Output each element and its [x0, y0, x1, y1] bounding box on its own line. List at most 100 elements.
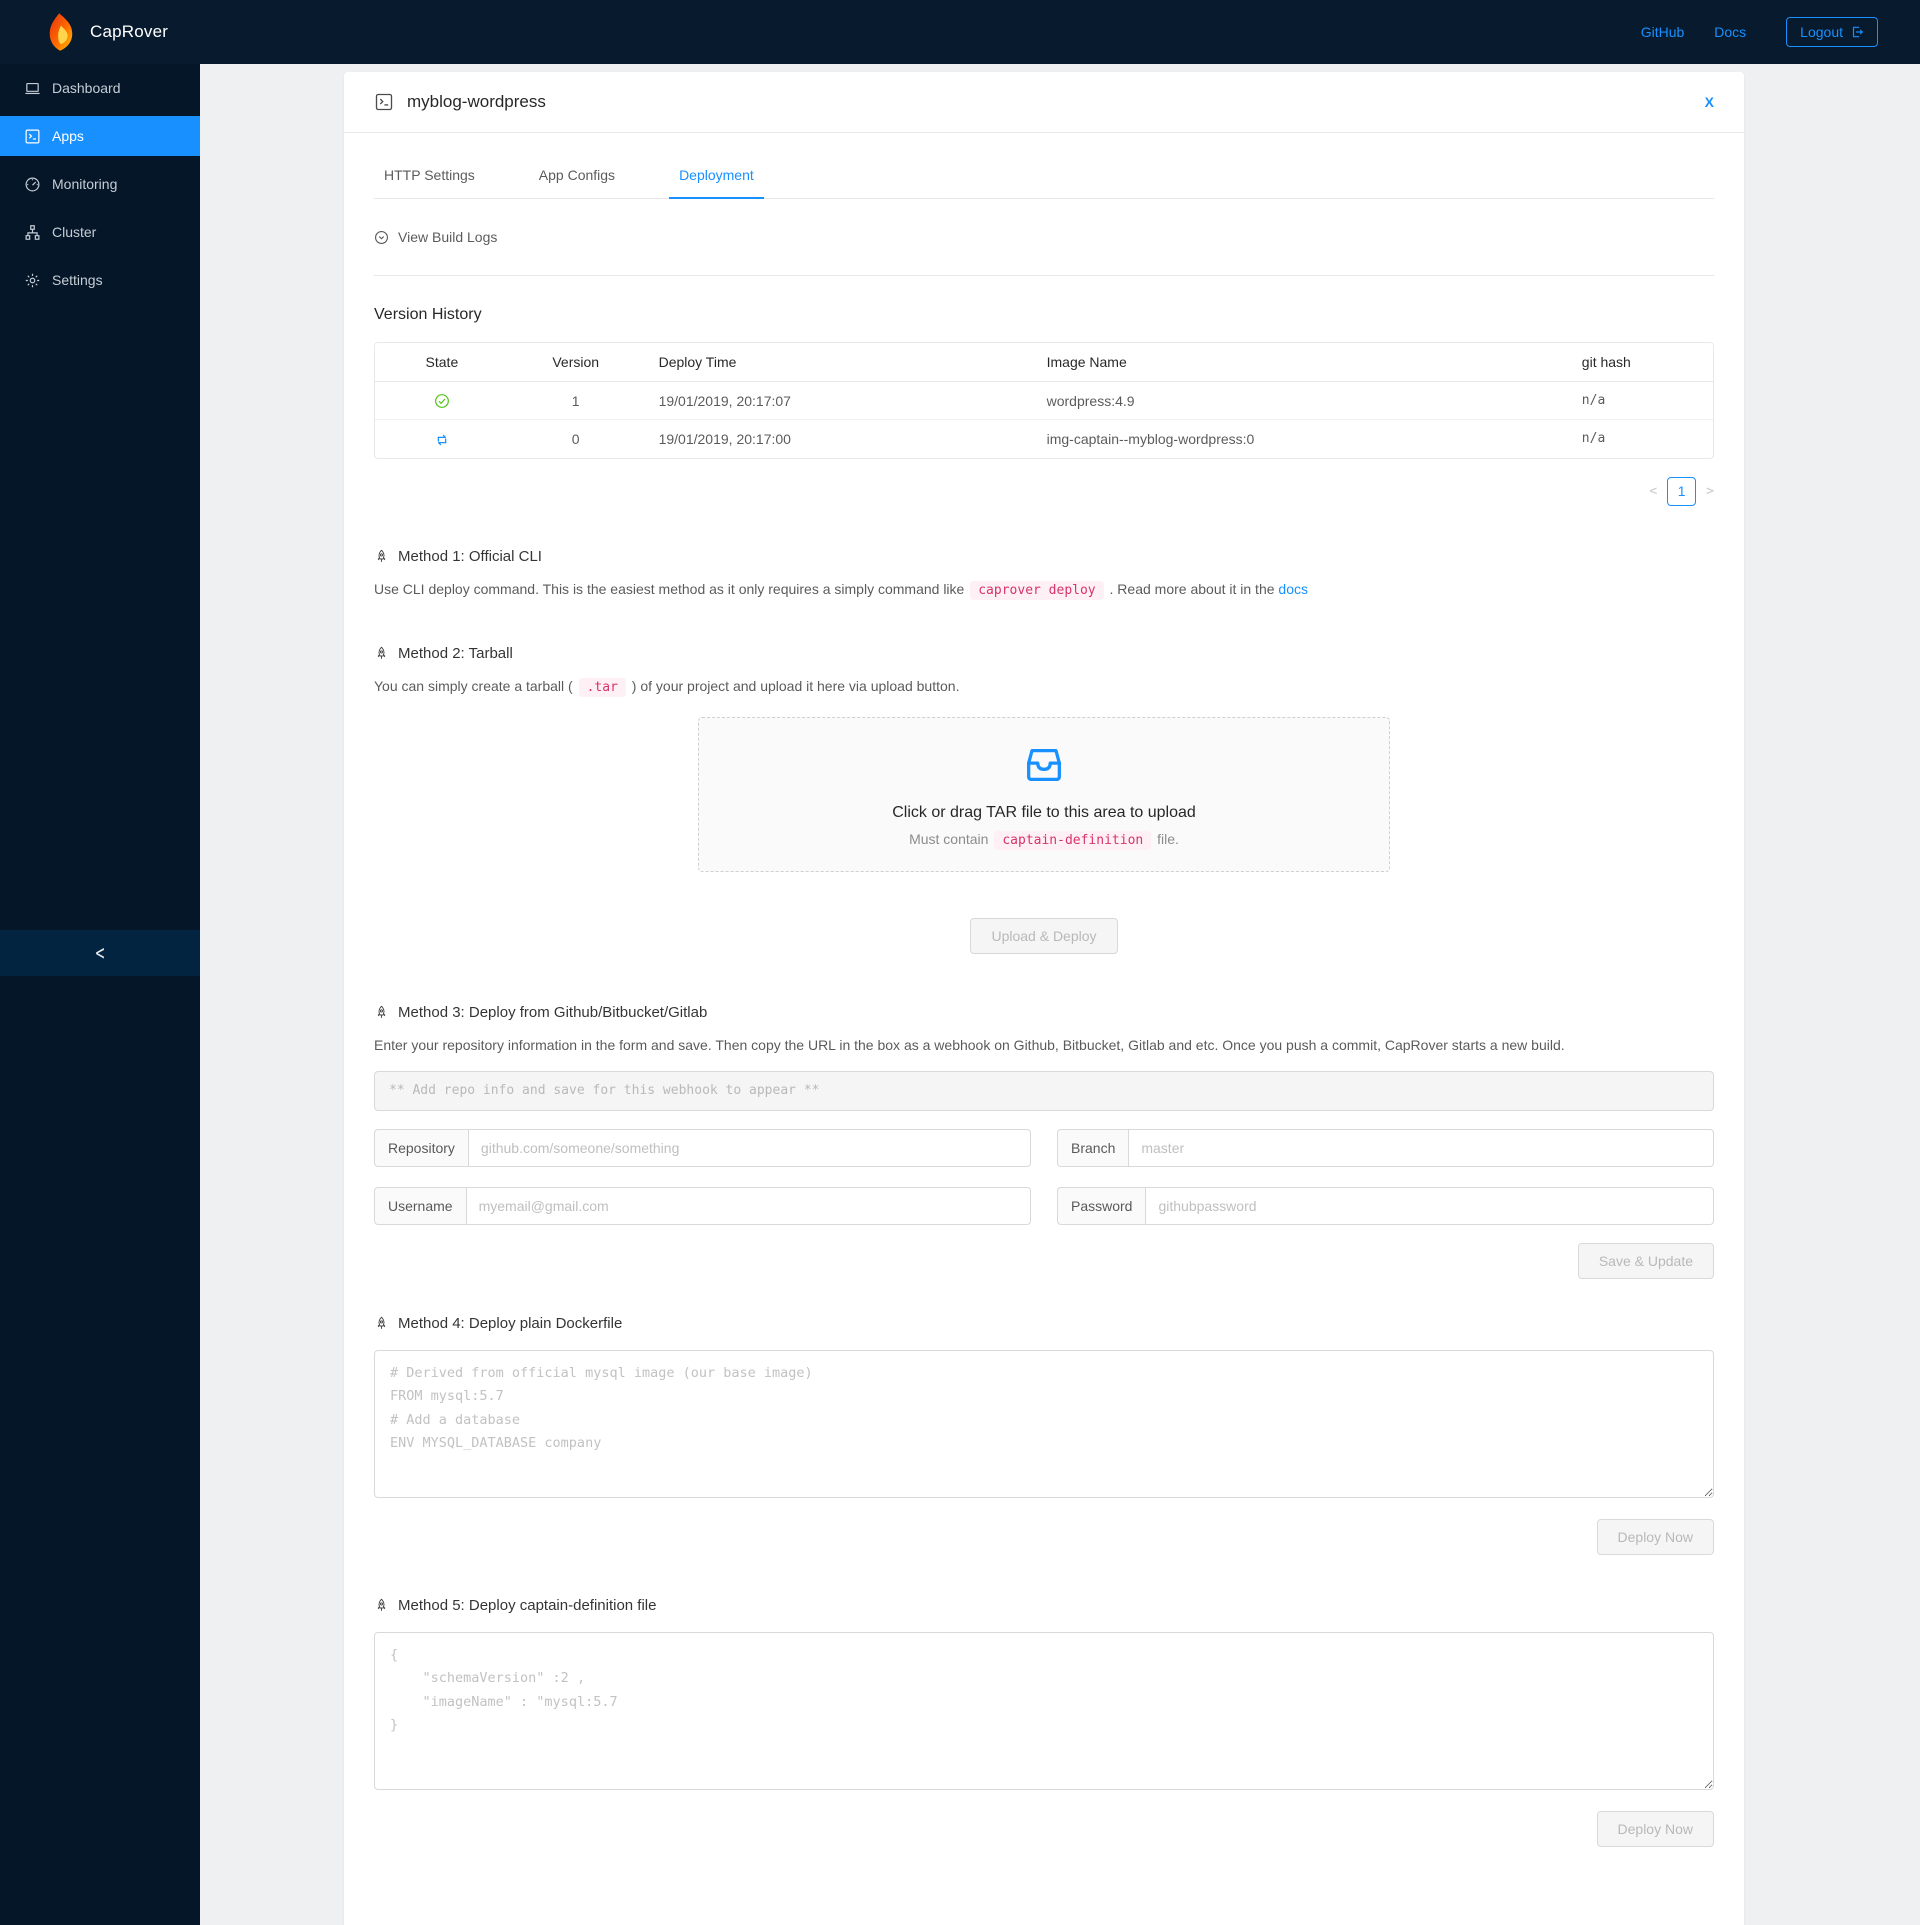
git-hash-cell: n/a — [1581, 431, 1606, 447]
upload-hint: Must contain captain-definition file. — [909, 830, 1179, 850]
monitoring-icon — [24, 176, 41, 193]
repository-field[interactable] — [467, 1128, 1031, 1167]
pagination: < 1 > — [374, 476, 1714, 506]
sidebar-item-settings[interactable]: Settings — [0, 260, 200, 300]
top-navbar: CapRover GitHub Docs Logout — [0, 0, 1920, 64]
username-field[interactable] — [465, 1186, 1031, 1225]
check-circle-icon — [434, 392, 450, 409]
app-details-card: myblog-wordpress X HTTP Settings App Con… — [344, 72, 1744, 1925]
dashboard-icon — [24, 80, 41, 97]
method1-desc-after: . Read more about it in the — [1109, 580, 1275, 597]
view-build-logs-toggle[interactable]: View Build Logs — [374, 229, 1714, 245]
rocket-icon — [377, 1316, 386, 1329]
column-version: Version — [508, 343, 643, 382]
caprover-deploy-code: caprover deploy — [970, 580, 1104, 600]
method1-desc-before: Use CLI deploy command. This is the easi… — [374, 580, 965, 597]
sidebar-item-label: Settings — [52, 272, 103, 288]
password-field[interactable] — [1145, 1186, 1714, 1225]
column-deploy-time: Deploy Time — [642, 343, 1031, 382]
logout-label: Logout — [1800, 24, 1843, 40]
column-state: State — [375, 343, 509, 382]
branch-field-group: Branch — [1057, 1128, 1714, 1167]
close-icon[interactable]: X — [1705, 94, 1714, 110]
sidebar-item-cluster[interactable]: Cluster — [0, 212, 200, 252]
cluster-icon — [24, 224, 41, 241]
card-header: myblog-wordpress X — [344, 72, 1744, 133]
deploy-now-captain-definition-button[interactable]: Deploy Now — [1596, 1810, 1714, 1847]
deployment-tab-content: View Build Logs Version History State Ve… — [344, 199, 1744, 1925]
repository-field-group: Repository — [374, 1128, 1031, 1167]
password-label: Password — [1057, 1186, 1146, 1225]
tab-bar: HTTP Settings App Configs Deployment — [374, 163, 1714, 199]
deploy-now-dockerfile-button[interactable]: Deploy Now — [1596, 1518, 1714, 1555]
method2-description: You can simply create a tarball ( .tar )… — [374, 675, 1714, 699]
deploy-time-cell: 19/01/2019, 20:17:07 — [642, 381, 1031, 421]
method1-description: Use CLI deploy command. This is the easi… — [374, 578, 1714, 602]
docs-link[interactable]: Docs — [1714, 24, 1746, 40]
chevron-left-icon: < — [95, 940, 105, 966]
method1-title: Method 1: Official CLI — [398, 547, 542, 565]
version-cell: 0 — [571, 430, 580, 447]
rocket-icon — [377, 647, 386, 660]
sidebar-menu: Dashboard Apps Monitoring Cluster Settin… — [0, 64, 200, 300]
captain-definition-textarea[interactable] — [374, 1631, 1714, 1790]
table-row: 1 19/01/2019, 20:17:07 wordpress:4.9 n/a — [375, 381, 1713, 421]
save-update-button[interactable]: Save & Update — [1577, 1242, 1714, 1279]
deploy-time-cell: 19/01/2019, 20:17:00 — [658, 430, 791, 447]
chevron-right-icon[interactable]: > — [1706, 484, 1714, 499]
method1-heading: Method 1: Official CLI — [374, 548, 1714, 565]
apps-icon — [24, 128, 41, 145]
version-history-title: Version History — [374, 306, 482, 323]
code-icon — [374, 92, 394, 112]
sidebar-collapse-trigger[interactable]: < — [0, 930, 200, 976]
branch-field[interactable] — [1128, 1128, 1714, 1167]
brand-name: CapRover — [90, 22, 169, 41]
docs-inline-link[interactable]: docs — [1278, 581, 1308, 597]
logout-button[interactable]: Logout — [1786, 17, 1878, 47]
tab-app-configs[interactable]: App Configs — [529, 163, 625, 198]
sidebar: Dashboard Apps Monitoring Cluster Settin… — [0, 64, 200, 1925]
sidebar-item-label: Monitoring — [52, 176, 118, 192]
inbox-icon — [1021, 742, 1067, 788]
table-row: 0 19/01/2019, 20:17:00 img-captain--mybl… — [375, 420, 1713, 458]
captain-definition-code: captain-definition — [994, 830, 1152, 850]
chevron-left-icon[interactable]: < — [1649, 484, 1657, 499]
branch-label: Branch — [1057, 1128, 1129, 1167]
sidebar-item-apps[interactable]: Apps — [0, 116, 200, 156]
main-content: myblog-wordpress X HTTP Settings App Con… — [200, 64, 1920, 1925]
rocket-icon — [377, 549, 386, 562]
webhook-url-field[interactable] — [374, 1070, 1714, 1111]
tab-deployment[interactable]: Deployment — [669, 163, 764, 199]
repository-label: Repository — [374, 1128, 468, 1167]
method3-description: Enter your repository information in the… — [374, 1037, 1565, 1054]
app-title: myblog-wordpress — [374, 92, 546, 112]
column-image-name: Image Name — [1030, 343, 1566, 382]
version-cell: 1 — [508, 381, 643, 421]
upload-deploy-button[interactable]: Upload & Deploy — [970, 918, 1118, 955]
app-name: myblog-wordpress — [407, 92, 546, 111]
method2-desc-after: ) of your project and upload it here via… — [631, 678, 960, 695]
method5-heading: Method 5: Deploy captain-definition file — [374, 1597, 1714, 1614]
method4-title: Method 4: Deploy plain Dockerfile — [398, 1314, 623, 1332]
upload-instruction: Click or drag TAR file to this area to u… — [892, 803, 1196, 821]
method2-desc-before: You can simply create a tarball ( — [374, 678, 573, 695]
method5-title: Method 5: Deploy captain-definition file — [398, 1596, 657, 1614]
tab-http-settings[interactable]: HTTP Settings — [374, 163, 485, 198]
table-header-row: State Version Deploy Time Image Name git… — [375, 343, 1713, 382]
upload-hint-before: Must contain — [909, 830, 989, 847]
dockerfile-textarea[interactable] — [374, 1349, 1714, 1498]
password-field-group: Password — [1057, 1186, 1714, 1225]
view-build-logs-label: View Build Logs — [398, 229, 498, 245]
sidebar-item-dashboard[interactable]: Dashboard — [0, 68, 200, 108]
sidebar-item-monitoring[interactable]: Monitoring — [0, 164, 200, 204]
sidebar-item-label: Apps — [52, 128, 84, 144]
sidebar-item-label: Cluster — [52, 224, 97, 240]
git-hash-cell: n/a — [1565, 381, 1713, 421]
brand: CapRover — [46, 13, 168, 51]
image-name-cell: img-captain--myblog-wordpress:0 — [1046, 430, 1255, 447]
sidebar-item-label: Dashboard — [52, 80, 121, 96]
tar-upload-dropzone[interactable]: Click or drag TAR file to this area to u… — [698, 717, 1390, 873]
pagination-page-1[interactable]: 1 — [1667, 476, 1697, 506]
logout-icon — [1850, 25, 1864, 39]
github-link[interactable]: GitHub — [1641, 24, 1685, 40]
